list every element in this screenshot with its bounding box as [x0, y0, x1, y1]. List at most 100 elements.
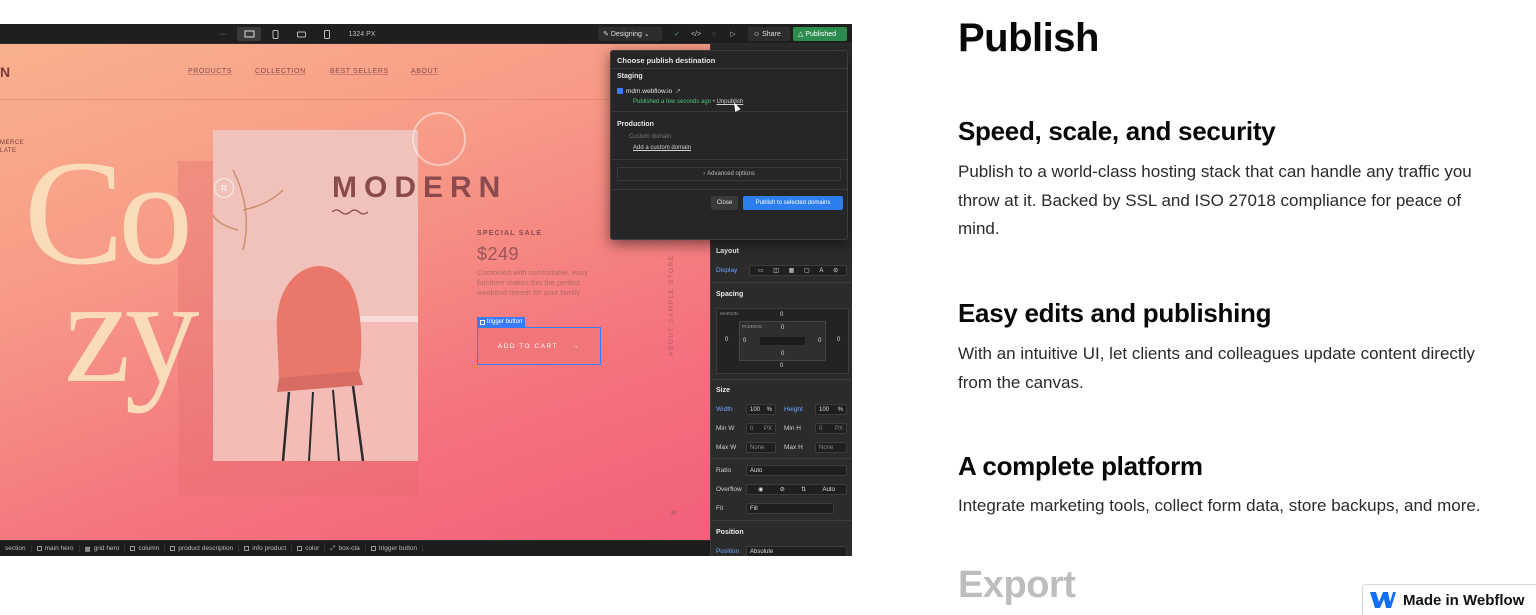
custom-domain-label: Custom domain [629, 134, 672, 140]
about-store-vertical-link[interactable]: ABOUT SAMPLE STORE [668, 254, 675, 356]
nav-link-collection[interactable]: COLLECTION [255, 68, 306, 75]
overflow-options[interactable]: ◉ ⊘ ⇅ Auto [746, 484, 847, 495]
made-in-webflow-badge[interactable]: Made in Webflow [1362, 584, 1536, 615]
padding-top-value[interactable]: 0 [781, 325, 784, 331]
breadcrumb-item[interactable]: column [125, 545, 166, 552]
breadcrumb-item[interactable]: trigger button [366, 545, 424, 552]
breadcrumb-item[interactable]: ▦ grid hero [80, 544, 126, 553]
comment-icon[interactable]: ◌ [708, 27, 720, 41]
height-label: Height [784, 406, 803, 413]
cozy-headline[interactable]: Co zy [24, 138, 200, 406]
spacing-heading[interactable]: Spacing [716, 291, 743, 298]
special-sale-label: SPECIAL SALE [477, 230, 543, 237]
display-options[interactable]: ▭ ◫ ▦ ▢ A ⊘ [749, 265, 847, 276]
external-link-icon[interactable]: ↗ [675, 87, 680, 95]
max-width-input[interactable]: None [746, 442, 776, 453]
add-to-cart-button[interactable]: ADD TO CART → [477, 327, 601, 365]
ratio-value: Auto [750, 467, 763, 474]
min-height-unit: PX [834, 425, 843, 432]
width-input[interactable]: 100% [746, 404, 776, 415]
overflow-label: Overflow [716, 486, 742, 493]
padding-right-value[interactable]: 0 [818, 338, 821, 344]
publish-selected-button[interactable]: Publish to selected domains [743, 196, 843, 210]
breadcrumb-item[interactable]: main hero [32, 545, 80, 552]
breadcrumb-item[interactable]: section [0, 545, 32, 552]
flex-icon[interactable]: ◫ [773, 267, 779, 274]
breadcrumb-item[interactable]: product description [165, 545, 240, 552]
chevron-right-icon: › [703, 171, 706, 177]
spacing-box-model[interactable]: MARGIN 0 0 0 0 PADDING 0 0 0 0 [716, 308, 849, 374]
max-height-input[interactable]: None [815, 442, 847, 453]
published-button[interactable]: △ Published [793, 27, 847, 41]
visible-eye-icon[interactable]: ◉ [758, 486, 763, 493]
none-icon[interactable]: ⊘ [833, 267, 838, 274]
staging-checkbox[interactable] [617, 88, 623, 94]
block-icon[interactable]: ▭ [758, 267, 764, 274]
breadcrumb-item[interactable]: info product [239, 545, 293, 552]
site-logo[interactable]: N [0, 64, 10, 80]
mode-switcher[interactable]: ✎ Designing ⌄ [598, 27, 662, 41]
position-select[interactable]: Absolute [746, 546, 847, 556]
overflow-auto-option[interactable]: Auto [822, 487, 834, 493]
advanced-options-toggle[interactable]: › Advanced options [617, 167, 841, 181]
nav-link-best-sellers[interactable]: BEST SELLERS [330, 68, 389, 75]
div-block-icon [130, 546, 136, 551]
min-height-label: Min H [784, 425, 801, 432]
breadcrumb-item[interactable]: ⤢ box-cta [325, 544, 366, 553]
staging-heading: Staging [617, 73, 643, 80]
div-block-icon [170, 546, 176, 551]
check-circle-icon[interactable]: ✓ [671, 27, 683, 41]
share-button[interactable]: ☺ Share [748, 27, 790, 41]
slider-dot[interactable] [671, 510, 676, 515]
unpublish-link[interactable]: Unpublish [717, 99, 744, 105]
brush-icon: ✎ [603, 31, 611, 38]
mobile-breakpoint-icon[interactable] [320, 27, 334, 41]
inline-icon[interactable]: A [819, 268, 823, 274]
size-heading[interactable]: Size [716, 387, 730, 394]
desktop-breakpoint-icon[interactable] [237, 27, 261, 41]
min-width-unit: PX [763, 425, 772, 432]
grid-icon[interactable]: ▦ [789, 267, 795, 274]
margin-right-value[interactable]: 0 [837, 337, 840, 343]
ratio-select[interactable]: Auto [746, 465, 847, 476]
height-input[interactable]: 100% [815, 404, 847, 415]
staging-status: Published a few seconds ago [633, 99, 712, 105]
feature-title: Easy edits and publishing [958, 298, 1272, 328]
fit-value: Fill [750, 505, 758, 512]
hidden-eye-icon[interactable]: ⊘ [780, 486, 785, 493]
inline-block-icon[interactable]: ▢ [804, 267, 810, 274]
next-section-title[interactable]: Export [958, 564, 1076, 607]
close-button[interactable]: Close [711, 196, 738, 210]
landscape-breakpoint-icon[interactable] [294, 27, 308, 41]
add-custom-domain-link[interactable]: Add a custom domain [633, 145, 691, 151]
brand-heading[interactable]: MODERN [332, 171, 507, 205]
editor-screenshot: ··· 1324 PX ✎ Designing ⌄ ✓ </> ◌ ▷ ☺ Sh… [0, 24, 852, 556]
min-width-input[interactable]: 0 PX [746, 423, 776, 434]
design-canvas[interactable]: N PRODUCTS COLLECTION BEST SELLERS ABOUT… [0, 44, 710, 540]
nav-link-about[interactable]: ABOUT [411, 68, 438, 75]
nav-link-products[interactable]: PRODUCTS [188, 68, 232, 75]
max-width-value: None [750, 444, 765, 451]
padding-box[interactable]: PADDING 0 0 0 0 [739, 321, 826, 361]
tablet-breakpoint-icon[interactable] [268, 27, 282, 41]
fit-select[interactable]: Fill [746, 503, 834, 514]
more-icon[interactable]: ··· [216, 27, 230, 41]
margin-bottom-value[interactable]: 0 [780, 363, 783, 369]
margin-top-value[interactable]: 0 [780, 312, 783, 318]
selected-element-label: trigger button [487, 319, 523, 325]
breadcrumb-label: section [5, 545, 26, 552]
margin-left-value[interactable]: 0 [725, 337, 728, 343]
production-heading: Production [617, 121, 654, 128]
side-tagline-line1: MERCE [0, 140, 25, 146]
fit-label: Fit [716, 505, 724, 512]
padding-left-value[interactable]: 0 [743, 338, 746, 344]
layout-heading[interactable]: Layout [716, 248, 739, 255]
breadcrumb-item[interactable]: color [292, 545, 326, 552]
product-price: $249 [477, 244, 520, 264]
padding-bottom-value[interactable]: 0 [781, 351, 784, 357]
preview-play-icon[interactable]: ▷ [727, 27, 739, 41]
min-height-input[interactable]: 0 PX [815, 423, 847, 434]
scroll-icon[interactable]: ⇅ [801, 486, 806, 493]
position-heading[interactable]: Position [716, 529, 744, 536]
code-icon[interactable]: </> [689, 27, 703, 41]
